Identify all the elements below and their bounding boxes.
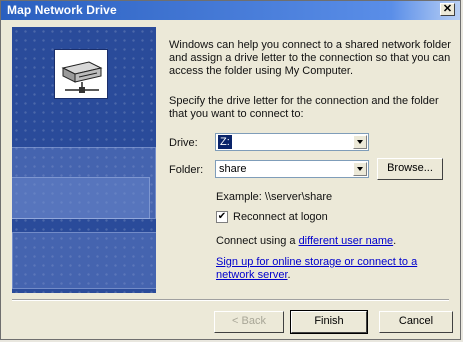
connect-as-prefix: Connect using a [216, 235, 299, 247]
close-icon: ✕ [442, 3, 453, 15]
connect-as-text: Connect using a different user name. [216, 235, 446, 248]
signup-suffix: . [287, 269, 291, 281]
network-drive-icon-svg [61, 61, 103, 93]
back-button[interactable]: < Back [214, 311, 284, 333]
network-drive-icon [54, 49, 108, 99]
close-button[interactable]: ✕ [440, 3, 455, 16]
drive-value: Z: [218, 135, 232, 149]
decorative-drive-shape [12, 177, 150, 219]
online-storage-link[interactable]: Sign up for online storage or connect to… [216, 256, 417, 281]
example-text: Example: \\server\share [216, 191, 333, 203]
wizard-side-graphic [12, 27, 156, 293]
window-title: Map Network Drive [7, 3, 117, 17]
decorative-drive-shape [12, 232, 156, 289]
drive-select[interactable]: Z: [215, 133, 369, 151]
folder-label: Folder: [169, 164, 204, 176]
button-separator [12, 299, 449, 301]
browse-button[interactable]: Browse... [377, 158, 443, 180]
different-user-name-link[interactable]: different user name [299, 235, 394, 247]
instruction-text: Specify the drive letter for the connect… [169, 95, 439, 120]
intro-text: Windows can help you connect to a shared… [169, 39, 451, 77]
title-bar[interactable]: Map Network Drive ✕ [1, 1, 460, 20]
connect-as-suffix: . [393, 235, 397, 247]
folder-input[interactable]: share [215, 160, 369, 178]
reconnect-checkbox[interactable]: ✔ [216, 211, 228, 223]
cancel-button[interactable]: Cancel [379, 311, 453, 333]
reconnect-label: Reconnect at logon [233, 211, 328, 223]
chevron-down-icon[interactable] [353, 162, 367, 176]
signup-text: Sign up for online storage or connect to… [216, 256, 446, 282]
checkmark-icon: ✔ [217, 211, 227, 222]
folder-value: share [219, 163, 247, 175]
chevron-down-icon[interactable] [353, 135, 367, 149]
drive-label: Drive: [169, 137, 198, 149]
map-network-drive-dialog: Map Network Drive ✕ Windows can help you… [0, 0, 461, 340]
finish-button[interactable]: Finish [290, 310, 368, 334]
